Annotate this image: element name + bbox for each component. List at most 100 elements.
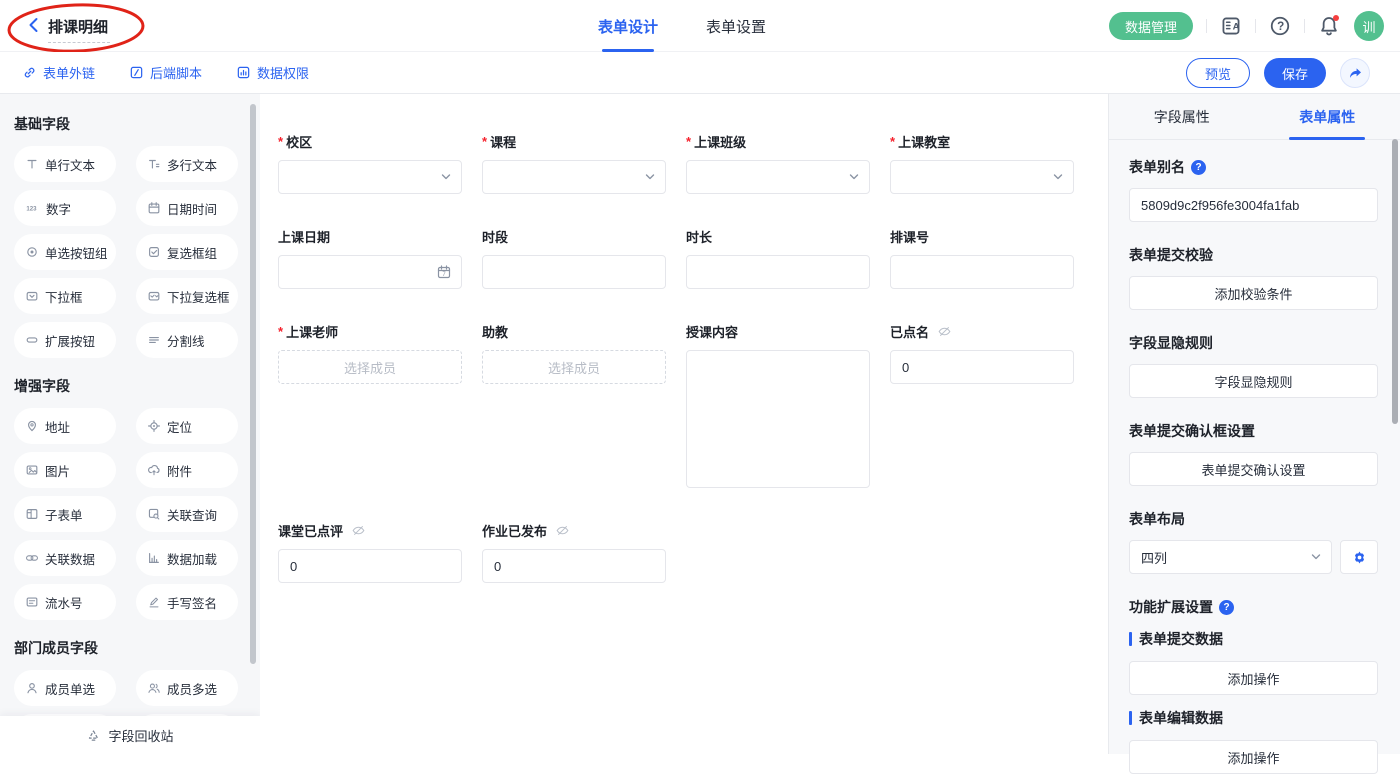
field-pill-subform[interactable]: 子表单 — [14, 496, 116, 532]
field-pill-select[interactable]: 下拉框 — [14, 278, 116, 314]
button-icon — [25, 333, 39, 347]
field-pill-member-single[interactable]: 成员单选 — [14, 670, 116, 706]
field-pill-divider[interactable]: 分割线 — [136, 322, 238, 358]
notification-bell-icon[interactable] — [1318, 15, 1340, 37]
sidebar-scrollbar[interactable] — [250, 104, 256, 664]
form-title[interactable]: 排课明细 — [48, 16, 108, 37]
field-pill-member-multi[interactable]: 成员多选 — [136, 670, 238, 706]
field-pill-single-text[interactable]: 单行文本 — [14, 146, 116, 182]
class-reviewed-input[interactable] — [278, 549, 462, 583]
field-class[interactable]: *上课班级 — [686, 132, 870, 194]
sub-section-submit-data: 表单提交数据 添加操作 — [1129, 629, 1378, 695]
chevron-down-icon — [848, 171, 860, 183]
field-pill-multi-text[interactable]: 多行文本 — [136, 146, 238, 182]
layout-select[interactable]: 四列 — [1129, 540, 1332, 574]
assistant-member-picker[interactable]: 选择成员 — [482, 350, 666, 384]
campus-select[interactable] — [278, 160, 462, 194]
schedule-no-input[interactable] — [890, 255, 1074, 289]
section-title-basic-fields: 基础字段 — [14, 114, 238, 134]
tab-form-settings[interactable]: 表单设置 — [706, 0, 766, 52]
field-classroom[interactable]: *上课教室 — [890, 132, 1074, 194]
glossary-icon[interactable]: A — [1220, 15, 1242, 37]
class-date-input[interactable]: 7 — [278, 255, 462, 289]
teaching-content-textarea[interactable] — [686, 350, 870, 488]
panel-scrollbar[interactable] — [1392, 139, 1398, 424]
help-icon[interactable]: ? — [1219, 600, 1234, 615]
share-button[interactable] — [1340, 58, 1370, 88]
tab-form-properties[interactable]: 表单属性 — [1255, 94, 1400, 139]
section-extension-settings: 功能扩展设置? 表单提交数据 添加操作 表单编辑数据 添加操作 — [1129, 598, 1378, 774]
duration-input[interactable] — [686, 255, 870, 289]
field-pill-button[interactable]: 扩展按钮 — [14, 322, 116, 358]
form-alias-input[interactable] — [1129, 188, 1378, 222]
chevron-down-icon — [1052, 171, 1064, 183]
homework-published-input[interactable] — [482, 549, 666, 583]
roll-called-input[interactable] — [890, 350, 1074, 384]
datetime-icon — [147, 201, 161, 215]
help-icon[interactable]: ? — [1269, 15, 1291, 37]
field-teacher[interactable]: *上课老师 选择成员 — [278, 322, 462, 384]
field-pill-signature[interactable]: 手写签名 — [136, 584, 238, 620]
external-link-button[interactable]: 表单外链 — [22, 63, 95, 82]
add-check-condition-button[interactable]: 添加校验条件 — [1129, 276, 1378, 310]
attachment-icon — [147, 463, 161, 477]
chevron-down-icon — [440, 171, 452, 183]
save-button[interactable]: 保存 — [1264, 58, 1326, 88]
add-submit-action-button[interactable]: 添加操作 — [1129, 661, 1378, 695]
field-class-reviewed[interactable]: 课堂已点评 — [278, 521, 462, 583]
field-time-slot[interactable]: 时段 — [482, 227, 666, 289]
field-recycle-bin[interactable]: 字段回收站 — [0, 716, 260, 754]
back-icon[interactable] — [24, 15, 44, 35]
field-pill-linked-data[interactable]: 关联数据 — [14, 540, 116, 576]
teacher-member-picker[interactable]: 选择成员 — [278, 350, 462, 384]
form-designer-page: 排课明细 表单设计 表单设置 数据管理 A ? 训 — [0, 0, 1400, 755]
avatar[interactable]: 训 — [1354, 11, 1384, 41]
field-schedule-no[interactable]: 排课号 — [890, 227, 1074, 289]
toolbar-links: 表单外链 后端脚本 数据权限 — [0, 63, 309, 82]
field-course[interactable]: *课程 — [482, 132, 666, 194]
field-teaching-content[interactable]: 授课内容 — [686, 322, 870, 488]
add-edit-action-button[interactable]: 添加操作 — [1129, 740, 1378, 774]
field-duration[interactable]: 时长 — [686, 227, 870, 289]
course-select[interactable] — [482, 160, 666, 194]
field-pill-radio-group[interactable]: 单选按钮组 — [14, 234, 116, 270]
title-edit-underline — [48, 42, 110, 43]
classroom-select[interactable] — [890, 160, 1074, 194]
field-pill-datetime[interactable]: 日期时间 — [136, 190, 238, 226]
link-icon — [22, 65, 37, 80]
layout-settings-button[interactable] — [1340, 540, 1378, 574]
header-tabs: 表单设计 表单设置 — [598, 0, 766, 52]
svg-text:A: A — [1233, 22, 1240, 33]
field-campus[interactable]: *校区 — [278, 132, 462, 194]
field-pill-address[interactable]: 地址 — [14, 408, 116, 444]
field-pill-image[interactable]: 图片 — [14, 452, 116, 488]
class-select[interactable] — [686, 160, 870, 194]
data-permission-button[interactable]: 数据权限 — [236, 63, 309, 82]
field-pill-serial-number[interactable]: 流水号 — [14, 584, 116, 620]
field-pill-attachment[interactable]: 附件 — [136, 452, 238, 488]
preview-button[interactable]: 预览 — [1186, 58, 1250, 88]
location-icon — [147, 419, 161, 433]
field-class-date[interactable]: 上课日期 7 — [278, 227, 462, 289]
field-roll-called[interactable]: 已点名 — [890, 322, 1074, 384]
data-manage-button[interactable]: 数据管理 — [1109, 12, 1193, 40]
submit-confirm-settings-button[interactable]: 表单提交确认设置 — [1129, 452, 1378, 486]
help-icon[interactable]: ? — [1191, 160, 1206, 175]
tab-field-properties[interactable]: 字段属性 — [1109, 94, 1255, 139]
section-confirm-box: 表单提交确认框设置 表单提交确认设置 — [1129, 422, 1378, 486]
field-pill-data-load[interactable]: 数据加载 — [136, 540, 238, 576]
tab-form-design[interactable]: 表单设计 — [598, 0, 658, 52]
visibility-rule-button[interactable]: 字段显隐规则 — [1129, 364, 1378, 398]
time-slot-input[interactable] — [482, 255, 666, 289]
gear-icon — [1352, 550, 1367, 565]
field-pill-number[interactable]: 123数字 — [14, 190, 116, 226]
field-pill-location[interactable]: 定位 — [136, 408, 238, 444]
field-homework-published[interactable]: 作业已发布 — [482, 521, 666, 583]
field-pill-lookup[interactable]: 关联查询 — [136, 496, 238, 532]
field-assistant[interactable]: 助教 选择成员 — [482, 322, 666, 384]
field-pill-checkbox-group[interactable]: 复选框组 — [136, 234, 238, 270]
field-pill-multi-select[interactable]: 下拉复选框 — [136, 278, 238, 314]
backend-script-button[interactable]: 后端脚本 — [129, 63, 202, 82]
enhanced-fields-grid: 地址 定位 图片 附件 子表单 关联查询 关联数据 数据加载 流水号 手写签名 — [14, 408, 238, 620]
field-library-sidebar: 基础字段 单行文本 多行文本 123数字 日期时间 单选按钮组 复选框组 下拉框… — [0, 94, 260, 754]
